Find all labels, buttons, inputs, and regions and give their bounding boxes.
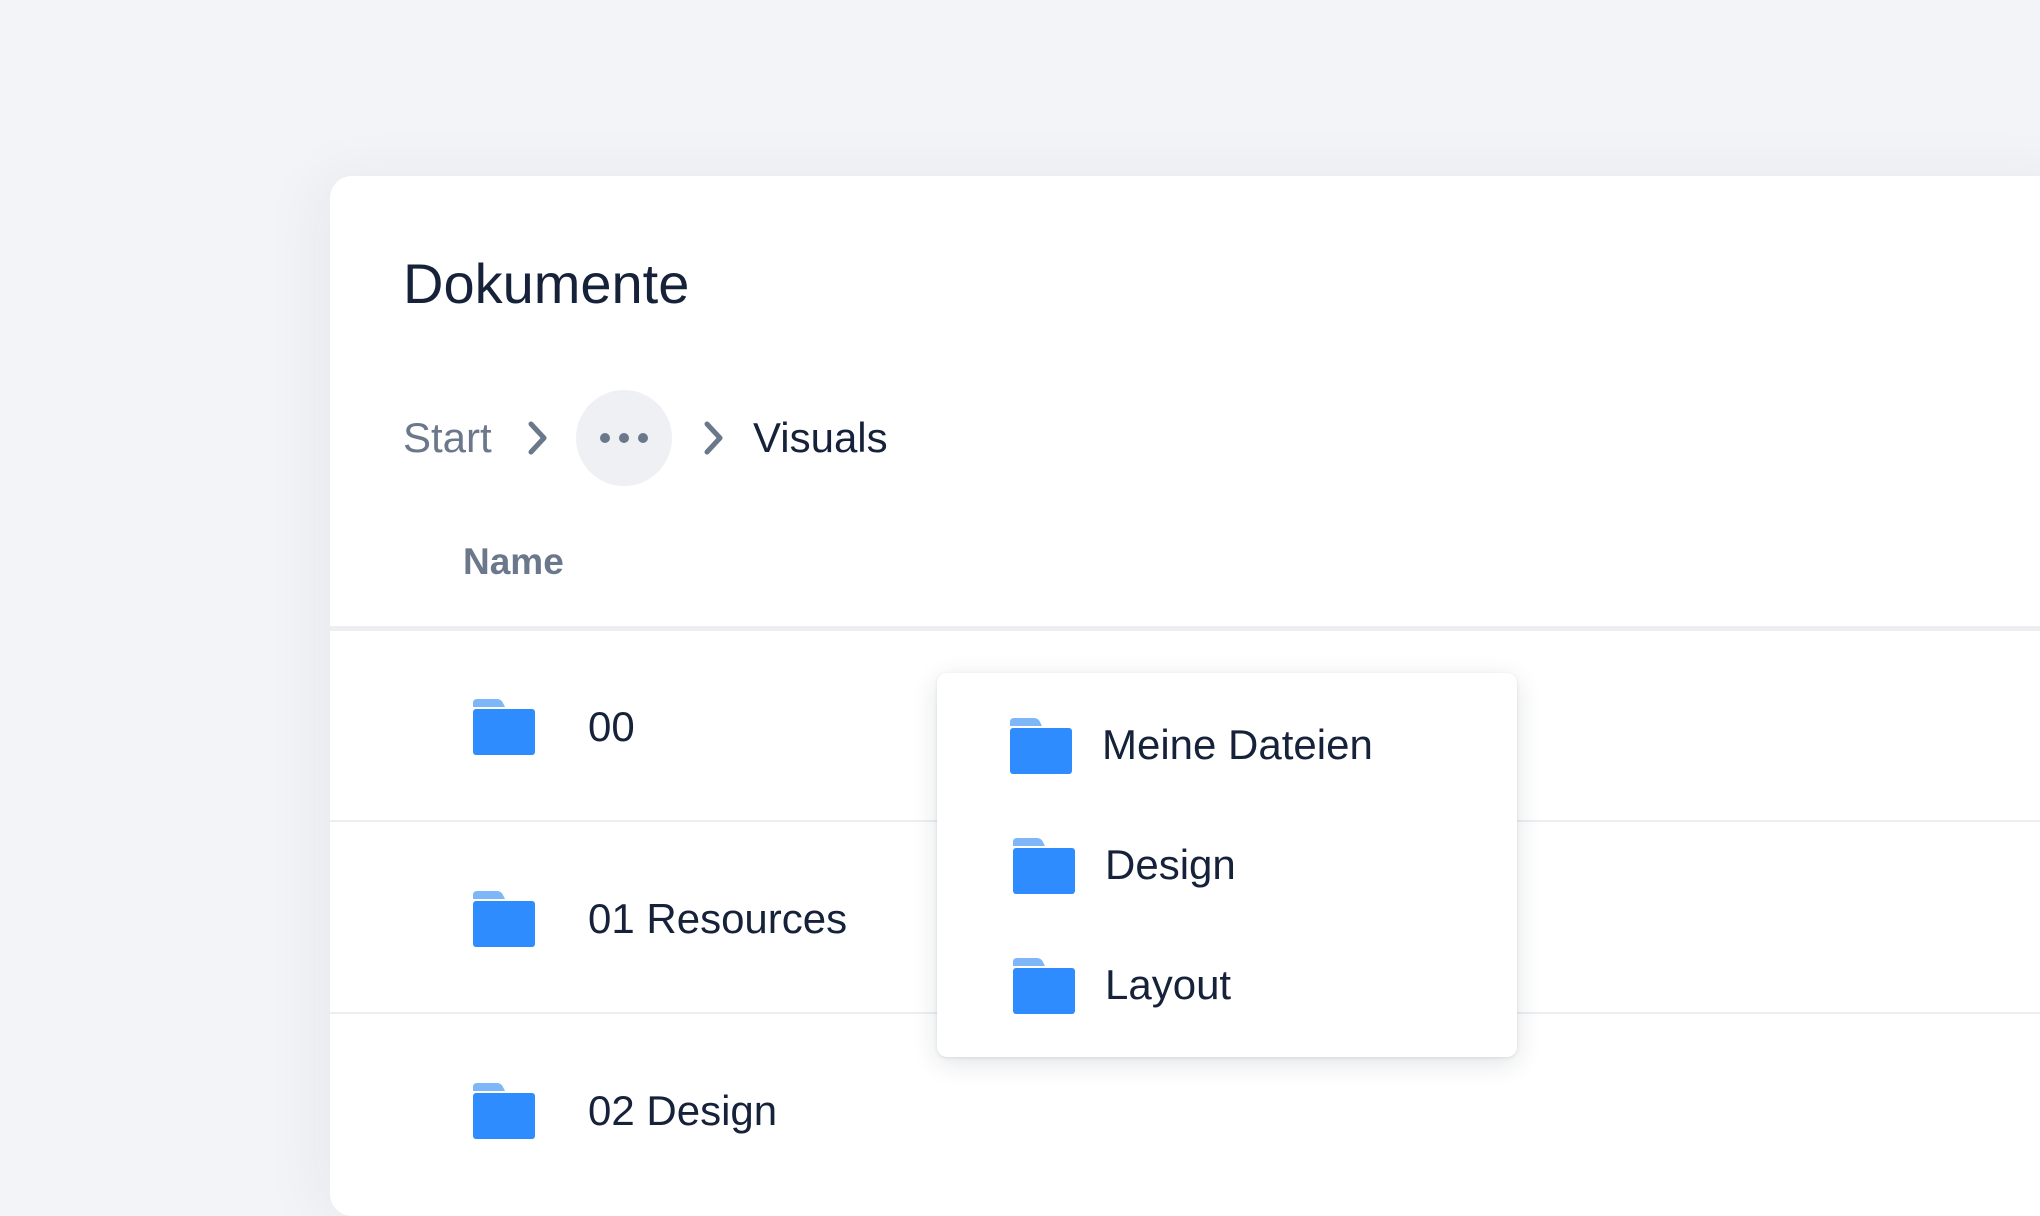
chevron-right-icon (699, 418, 729, 458)
breadcrumb-item-current[interactable]: Visuals (753, 414, 888, 462)
folder-icon (473, 699, 535, 755)
folder-icon (473, 891, 535, 947)
menu-item-label: Design (1105, 841, 1236, 888)
menu-item-label: Layout (1105, 961, 1232, 1008)
row-name: 00 (588, 703, 635, 750)
row-name: 02 Design (588, 1087, 778, 1134)
folder-icon (1010, 718, 1072, 774)
menu-item-design[interactable]: Design (937, 793, 1517, 913)
folder-icon (1013, 838, 1075, 894)
breadcrumb-overflow-button[interactable] (576, 390, 672, 486)
breadcrumb-item-start[interactable]: Start (403, 414, 492, 462)
menu-item-label: Meine Dateien (1102, 721, 1373, 768)
chevron-right-icon (523, 418, 553, 458)
folder-icon (1013, 958, 1075, 1014)
ellipsis-icon (600, 433, 610, 443)
folder-icon (473, 1083, 535, 1139)
menu-item-layout[interactable]: Layout (937, 913, 1517, 1033)
documents-panel: Dokumente Start Visuals Name 00 01 Resou… (330, 176, 2040, 1216)
menu-item-meine-dateien[interactable]: Meine Dateien (937, 673, 1517, 793)
column-header-name[interactable]: Name (463, 540, 564, 584)
page-title: Dokumente (403, 252, 690, 315)
row-name: 01 Resources (588, 895, 848, 942)
breadcrumb-overflow-menu: Meine Dateien Design Layout (937, 673, 1517, 1057)
